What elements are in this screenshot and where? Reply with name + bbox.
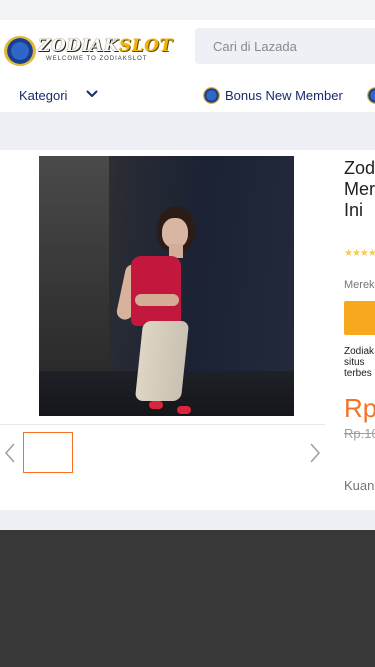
- search-input[interactable]: [195, 28, 375, 64]
- product-title: Zod Mer Ini: [344, 158, 375, 221]
- quantity-label: Kuan: [344, 478, 375, 493]
- logo-text: ZODIAKSLOT: [38, 36, 173, 56]
- bonus-new-member-label: Bonus New Member: [225, 87, 343, 103]
- description-line: terbes: [344, 368, 372, 379]
- product-price: Rp: [344, 393, 375, 423]
- product-title-line: Zod: [344, 158, 375, 178]
- thumbnail-selected[interactable]: [23, 432, 73, 473]
- logo-emblem-icon: [4, 36, 36, 66]
- description-line: situs: [344, 357, 365, 368]
- breadcrumb-area: [0, 112, 375, 150]
- chevron-right-icon[interactable]: [308, 442, 322, 464]
- coin-icon: [367, 87, 375, 104]
- header: ZODIAKSLOT WELCOME TO ZODIAKSLOT: [0, 20, 375, 78]
- bonus-new-member-link[interactable]: Bonus New Member: [203, 86, 343, 104]
- original-price: Rp.10: [344, 426, 375, 441]
- product-section: Zod Mer Ini ★★★★ Merek Zodiak situs terb…: [0, 150, 375, 510]
- product-image[interactable]: [39, 156, 294, 416]
- product-description: Zodiak situs terbes: [344, 346, 374, 379]
- nav-bar: Kategori Bonus New Member: [0, 78, 375, 112]
- photo-shoe: [149, 401, 163, 409]
- search-box: [195, 28, 375, 64]
- divider: [0, 424, 325, 425]
- brand-label: Merek: [344, 279, 375, 291]
- rating-stars-icon: ★★★★: [344, 248, 375, 259]
- product-title-line: Ini: [344, 200, 364, 220]
- photo-top: [131, 256, 181, 326]
- chevron-left-icon[interactable]: [3, 442, 17, 464]
- top-strip: [0, 0, 375, 20]
- logo-text-main: ZODIAK: [38, 36, 119, 56]
- description-line: Zodiak: [344, 346, 375, 357]
- chevron-down-icon[interactable]: [86, 88, 98, 100]
- photo-shoe: [177, 406, 191, 414]
- coin-icon: [203, 86, 220, 104]
- product-title-line: Mer: [344, 179, 375, 199]
- promo-button[interactable]: [344, 301, 375, 335]
- logo-text-slot: SLOT: [118, 36, 173, 56]
- photo-arm: [135, 294, 179, 306]
- footer: [0, 530, 375, 667]
- photo-pants: [134, 321, 190, 401]
- site-logo[interactable]: ZODIAKSLOT WELCOME TO ZODIAKSLOT: [4, 34, 172, 66]
- section-gap: [0, 510, 375, 530]
- product-info: Zod Mer Ini ★★★★ Merek Zodiak situs terb…: [344, 158, 375, 510]
- logo-tagline: WELCOME TO ZODIAKSLOT: [46, 56, 148, 62]
- category-menu-label[interactable]: Kategori: [19, 88, 67, 103]
